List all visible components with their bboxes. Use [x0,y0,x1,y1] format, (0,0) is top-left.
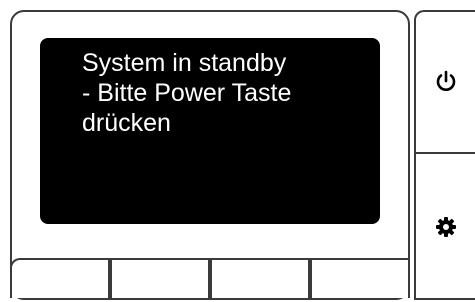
soft-key-2[interactable] [110,258,210,298]
soft-key-4[interactable] [310,258,410,298]
soft-key-3[interactable] [210,258,310,298]
power-button[interactable] [416,12,475,154]
control-panel: System in standby - Bitte Power Taste dr… [0,0,475,300]
soft-key-1[interactable] [10,258,110,298]
power-icon [436,70,456,91]
status-message: System in standby - Bitte Power Taste dr… [82,49,292,137]
gear-icon [436,217,456,237]
side-button-column [414,10,475,300]
soft-key-row [10,258,410,298]
settings-button[interactable] [416,152,475,302]
lcd-screen: System in standby - Bitte Power Taste dr… [40,38,380,224]
display-bezel: System in standby - Bitte Power Taste dr… [10,10,410,300]
